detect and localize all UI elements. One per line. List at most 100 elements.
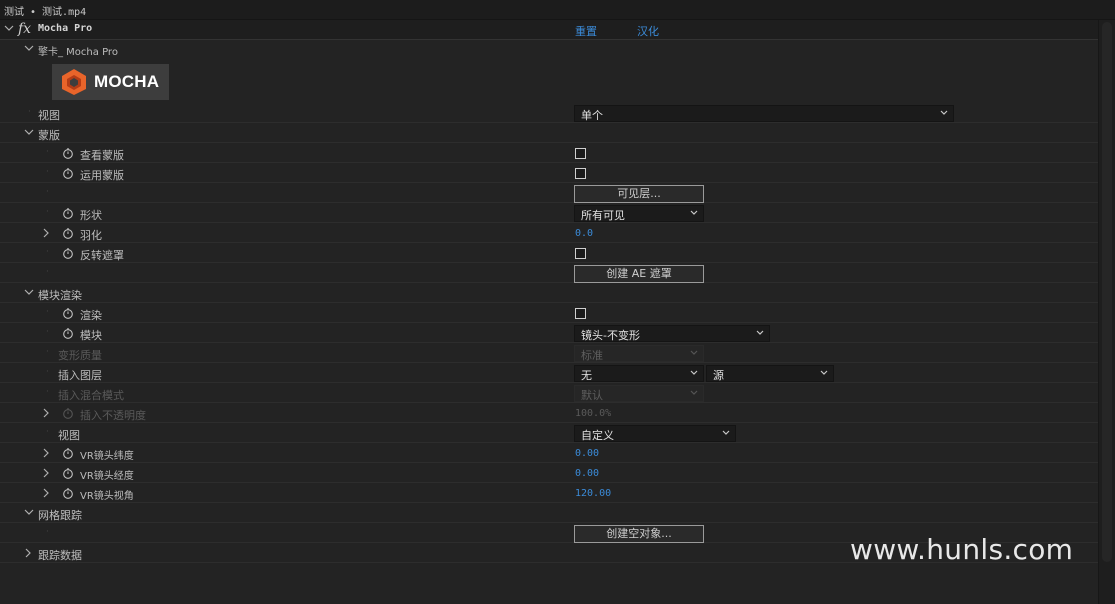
module-row: · 模块 镜头-不变形 [0,324,1098,343]
insert-blend-label: 插入混合模式 [58,389,124,402]
effect-name: Mocha Pro [38,23,93,34]
collapse-chevron-icon[interactable] [24,42,34,54]
warp-quality-label: 变形质量 [58,349,102,362]
stopwatch-icon [63,408,73,419]
view-matte-row: · 查看蒙版 [0,144,1098,163]
visible-layers-row: · 可见层... [0,184,1098,203]
create-ae-masks-button[interactable]: 创建 AE 遮罩 [574,265,704,283]
insert-blend-row: · 插入混合模式 默认 [0,384,1098,403]
shape-row: · 形状 所有可见 [0,204,1098,223]
warp-quality-dropdown: 标准 [574,345,704,362]
mattes-label: 蒙版 [38,129,60,142]
vr-lat-value[interactable]: 0.00 [575,448,599,459]
mocha-logo-text: MOCHA [94,72,160,91]
insert-opacity-row: 插入不透明度 100.0% [0,404,1098,423]
stopwatch-icon[interactable] [62,327,74,339]
license-label: 擎卡_ Mocha Pro [38,47,118,58]
expand-chevron-icon[interactable] [42,466,52,478]
feather-value[interactable]: 0.0 [575,228,593,239]
reset-link[interactable]: 重置 [575,23,597,39]
invert-matte-checkbox[interactable] [575,248,586,259]
insert-layer-source-dropdown[interactable]: 源 [706,365,834,382]
vr-lon-value[interactable]: 0.00 [575,468,599,479]
stopwatch-icon[interactable] [62,227,74,239]
stopwatch-icon[interactable] [62,247,74,259]
view-matte-label: 查看蒙版 [80,149,124,162]
render-checkbox[interactable] [575,308,586,319]
render-row: · 渲染 [0,304,1098,323]
insert-blend-dropdown: 默认 [574,385,704,402]
vr-lat-row: VR镜头纬度 0.00 [0,444,1098,463]
stopwatch-icon[interactable] [62,147,74,159]
chevron-down-icon [690,370,698,375]
visible-layers-button[interactable]: 可见层... [574,185,704,203]
insert-opacity-value: 100.0% [575,408,612,419]
tracking-data-label: 跟踪数据 [38,549,82,562]
create-null-button[interactable]: 创建空对象... [574,525,704,543]
insert-layer-dropdown[interactable]: 无 [574,365,704,382]
watermark-text: www.hunls.com [850,533,1074,566]
module-render-label: 模块渲染 [38,289,82,302]
scrollbar-thumb[interactable] [1102,22,1112,562]
insert-opacity-label: 插入不透明度 [80,409,146,422]
chevron-down-icon [940,110,948,115]
invert-matte-label: 反转遮罩 [80,249,124,262]
vr-fov-row: VR镜头视角 120.00 [0,484,1098,503]
view-label: 视图 [38,109,60,122]
module-render-group-row: 模块渲染 [0,284,1098,303]
expand-chevron-icon[interactable] [42,226,52,238]
stopwatch-icon[interactable] [62,447,74,459]
expand-chevron-icon[interactable] [42,446,52,458]
view2-dropdown[interactable]: 自定义 [574,425,736,442]
collapse-chevron-icon[interactable] [24,126,34,138]
apply-matte-label: 运用蒙版 [80,169,124,182]
stopwatch-icon[interactable] [62,167,74,179]
expand-chevron-icon[interactable] [42,486,52,498]
view2-label: 视图 [58,429,80,442]
collapse-chevron-icon[interactable] [4,22,14,34]
composition-tab-title[interactable]: 测试 • 测试.mp4 [4,3,86,18]
expand-chevron-icon[interactable] [42,406,52,418]
stopwatch-icon[interactable] [62,207,74,219]
warp-quality-row: · 变形质量 标准 [0,344,1098,363]
collapse-chevron-icon[interactable] [24,506,34,518]
apply-matte-checkbox[interactable] [575,168,586,179]
stopwatch-icon[interactable] [62,467,74,479]
collapse-chevron-icon[interactable] [24,286,34,298]
mocha-logo[interactable]: MOCHA [52,64,169,100]
panel-tab-bar: 测试 • 测试.mp4 [0,0,1115,20]
mattes-group-row: 蒙版 [0,124,1098,143]
fx-icon[interactable]: fx [18,21,31,37]
view-dropdown[interactable]: 单个 [574,105,954,122]
mocha-hexagon-icon [62,69,86,95]
mesh-tracking-label: 网格跟踪 [38,509,82,522]
chevron-down-icon [820,370,828,375]
vr-lon-label: VR镜头经度 [80,471,134,482]
module-dropdown[interactable]: 镜头-不变形 [574,325,770,342]
stopwatch-icon[interactable] [62,307,74,319]
vr-fov-value[interactable]: 120.00 [575,488,611,499]
chevron-down-icon [756,330,764,335]
insert-layer-label: 插入图层 [58,369,102,382]
apply-matte-row: · 运用蒙版 [0,164,1098,183]
chevron-down-icon [690,350,698,355]
feather-label: 羽化 [80,229,102,242]
view-row: · 视图 单个 [0,104,1098,123]
vr-fov-label: VR镜头视角 [80,491,134,502]
expand-chevron-icon[interactable] [24,546,34,558]
shape-dropdown[interactable]: 所有可见 [574,205,704,222]
module-label: 模块 [80,329,102,342]
vertical-scrollbar[interactable] [1098,20,1115,604]
effect-header-row: fx Mocha Pro 重置 汉化 [0,20,1098,40]
vr-lat-label: VR镜头纬度 [80,451,134,462]
shape-label: 形状 [80,209,102,222]
insert-layer-row: · 插入图层 无 源 [0,364,1098,383]
localize-link[interactable]: 汉化 [637,23,659,39]
chevron-down-icon [690,390,698,395]
view-matte-checkbox[interactable] [575,148,586,159]
create-ae-masks-row: · 创建 AE 遮罩 [0,264,1098,283]
view2-row: · 视图 自定义 [0,424,1098,443]
license-row: 擎卡_ Mocha Pro [0,40,1098,59]
chevron-down-icon [722,430,730,435]
stopwatch-icon[interactable] [62,487,74,499]
